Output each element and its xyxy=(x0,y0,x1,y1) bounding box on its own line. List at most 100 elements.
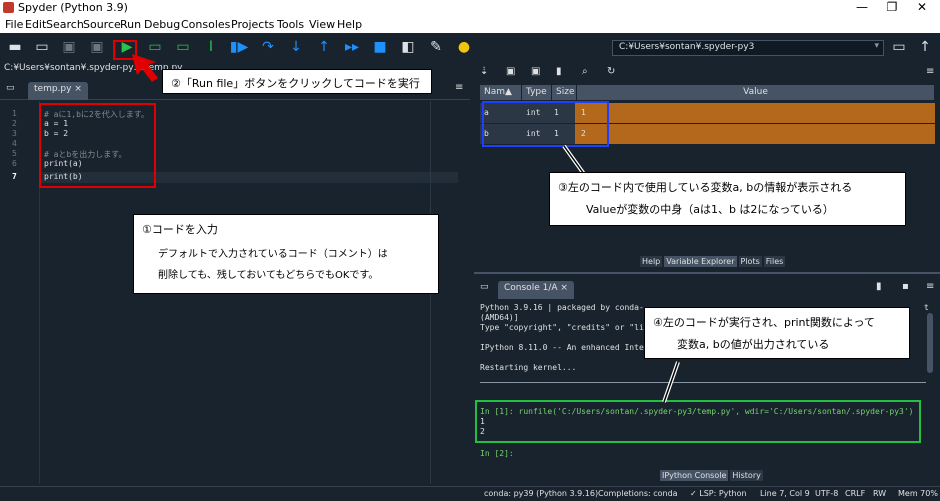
menu-view[interactable]: View xyxy=(309,18,335,31)
console-line: Restarting kernel... xyxy=(480,363,577,372)
annotation-code-input: ①コードを入力 デフォルトで入力されているコード（コメント）は 削除しても、残し… xyxy=(133,214,439,294)
remove-all-icon[interactable]: ▮ xyxy=(556,66,562,77)
maximize-pane-icon[interactable]: ◧ xyxy=(397,36,419,58)
column-header-type[interactable]: Type xyxy=(522,85,552,100)
close-icon[interactable]: × xyxy=(560,283,568,293)
tab-history[interactable]: History xyxy=(730,470,763,481)
console-output-highlight-box xyxy=(475,400,921,443)
chevron-down-icon[interactable]: ▾ xyxy=(874,41,879,51)
annotation-code-input-line: 削除しても、残しておいてもどちらでもOKです。 xyxy=(158,270,379,281)
line-number: 2 xyxy=(12,119,17,128)
upper-right-tab-bar: Help Variable Explorer Plots Files xyxy=(640,256,787,270)
status-rw: RW xyxy=(873,489,887,498)
maximize-button[interactable]: ❐ xyxy=(878,0,906,14)
red-arrow-icon xyxy=(132,54,158,82)
tab-help[interactable]: Help xyxy=(640,256,663,267)
console-line: Python 3.9.16 | packaged by conda- xyxy=(480,303,644,312)
save-icon[interactable]: ▣ xyxy=(58,36,80,58)
close-icon[interactable]: × xyxy=(74,84,82,94)
console-scrollbar[interactable] xyxy=(927,313,933,373)
working-directory-field[interactable]: C:¥Users¥sontan¥.spyder-py3 ▾ xyxy=(612,40,884,56)
annotation-console-output: ④左のコードが実行され、print関数によって 変数a, bの値が出力されている xyxy=(644,307,910,359)
menu-help[interactable]: Help xyxy=(337,18,362,31)
status-conda: conda: py39 (Python 3.9.16) xyxy=(484,489,599,498)
menu-search[interactable]: Search xyxy=(46,18,84,31)
line-number: 3 xyxy=(12,129,17,138)
run-selection-icon[interactable]: I xyxy=(200,36,222,58)
spyder-app-icon xyxy=(3,2,14,13)
menu-tools[interactable]: Tools xyxy=(277,18,304,31)
annotation-code-input-title: ①コードを入力 xyxy=(142,223,218,236)
annotation-console-line: ④左のコードが実行され、print関数によって xyxy=(653,316,875,329)
status-position: Line 7, Col 9 xyxy=(760,489,810,498)
menu-edit[interactable]: Edit xyxy=(25,18,46,31)
pane-options-icon[interactable]: ≡ xyxy=(455,82,463,93)
tab-ipython-console[interactable]: IPython Console xyxy=(660,470,729,481)
open-folder-icon[interactable]: ▭ xyxy=(31,36,53,58)
interrupt-kernel-icon[interactable]: ▮ xyxy=(876,281,882,292)
new-file-icon[interactable]: ▬ xyxy=(4,36,26,58)
pane-options-icon[interactable]: ≡ xyxy=(926,66,934,77)
tab-temp-py-label: temp.py xyxy=(34,84,72,94)
console-options-icon[interactable]: ▪ xyxy=(902,281,909,292)
variable-explorer-toolbar: ⇣ ▣ ▣ ▮ ⌕ ↻ ≡ xyxy=(474,63,940,82)
import-data-icon[interactable]: ⇣ xyxy=(480,66,488,77)
line-number-current: 7 xyxy=(12,172,17,181)
variables-highlight-box xyxy=(482,101,609,147)
annotation-variable-line: Valueが変数の中身（aは1、b は2になっている） xyxy=(586,203,834,216)
annotation-code-input-line: デフォルトで入力されているコード（コメント）は xyxy=(158,249,388,260)
menu-file[interactable]: File xyxy=(5,18,23,31)
annotation-pointer xyxy=(662,361,680,403)
column-header-value[interactable]: Value xyxy=(577,85,935,100)
save-data-as-icon[interactable]: ▣ xyxy=(531,66,540,77)
tab-plots[interactable]: Plots xyxy=(738,256,762,267)
column-header-size[interactable]: Size xyxy=(552,85,577,100)
step-over-icon[interactable]: ↷ xyxy=(257,36,279,58)
pane-splitter[interactable] xyxy=(474,272,940,274)
pane-options-icon[interactable]: ≡ xyxy=(926,281,934,292)
search-icon[interactable]: ⌕ xyxy=(582,66,588,77)
tab-console-1a[interactable]: Console 1/A × xyxy=(498,281,574,299)
preferences-wrench-icon[interactable]: ✎ xyxy=(425,36,447,58)
console-line: t xyxy=(924,303,929,312)
line-number: 1 xyxy=(12,109,17,118)
continue-icon[interactable]: ▸▸ xyxy=(341,36,363,58)
debug-icon[interactable]: ▮▶ xyxy=(228,36,250,58)
menu-debug[interactable]: Debug xyxy=(144,18,180,31)
code-highlight-box xyxy=(39,103,156,188)
tab-variable-explorer[interactable]: Variable Explorer xyxy=(664,256,737,267)
tab-temp-py[interactable]: temp.py × xyxy=(28,82,88,100)
stop-debug-icon[interactable]: ■ xyxy=(369,36,391,58)
python-path-icon[interactable]: ● xyxy=(453,36,475,58)
menu-run[interactable]: Run xyxy=(120,18,141,31)
browse-tabs-icon[interactable]: ▭ xyxy=(6,83,15,93)
status-lsp: ✓ LSP: Python xyxy=(690,489,747,498)
annotation-run-file: ②「Run file」ボタンをクリックしてコードを実行 xyxy=(162,69,432,94)
title-bar: Spyder (Python 3.9) — ❐ ✕ xyxy=(0,0,940,16)
status-completions: Completions: conda xyxy=(598,489,678,498)
step-return-icon[interactable]: ↑ xyxy=(313,36,335,58)
console-separator xyxy=(480,382,926,383)
annotation-variable-explorer: ③左のコード内で使用している変数a, bの情報が表示される Valueが変数の中… xyxy=(549,172,906,226)
run-cell-advance-icon[interactable]: ▭ xyxy=(172,36,194,58)
browse-tabs-icon[interactable]: ▭ xyxy=(480,282,489,292)
column-header-name[interactable]: Nam▲ xyxy=(480,85,522,100)
browse-folder-icon[interactable]: ▭ xyxy=(888,36,910,58)
save-data-icon[interactable]: ▣ xyxy=(506,66,515,77)
close-button[interactable]: ✕ xyxy=(908,0,936,14)
menu-projects[interactable]: Projects xyxy=(231,18,274,31)
tab-console-label: Console 1/A xyxy=(504,283,558,293)
menu-source[interactable]: Source xyxy=(83,18,121,31)
window-title: Spyder (Python 3.9) xyxy=(18,1,128,14)
step-into-icon[interactable]: ↓ xyxy=(285,36,307,58)
line-number: 6 xyxy=(12,159,17,168)
value-cell-bg xyxy=(575,124,935,144)
annotation-variable-line: ③左のコード内で使用している変数a, bの情報が表示される xyxy=(558,181,853,194)
refresh-icon[interactable]: ↻ xyxy=(607,66,615,77)
tab-files[interactable]: Files xyxy=(763,256,786,267)
status-eol: CRLF xyxy=(845,489,866,498)
parent-folder-icon[interactable]: ↑ xyxy=(914,36,936,58)
menu-consoles[interactable]: Consoles xyxy=(181,18,230,31)
minimize-button[interactable]: — xyxy=(848,0,876,14)
save-all-icon[interactable]: ▣ xyxy=(86,36,108,58)
